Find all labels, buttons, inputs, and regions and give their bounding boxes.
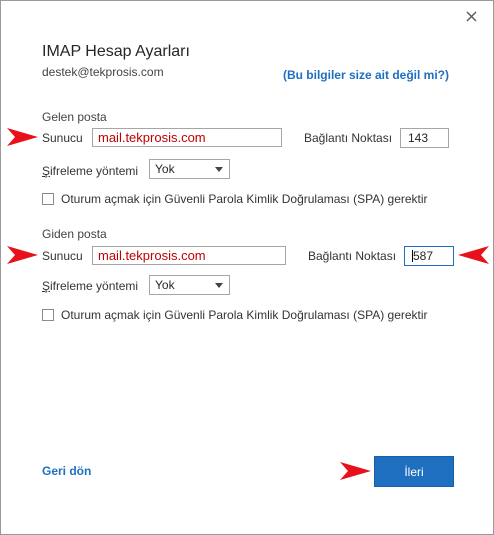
close-button[interactable] (462, 7, 480, 25)
outgoing-spa-row[interactable]: Oturum açmak için Güvenli Parola Kimlik … (42, 308, 428, 322)
dialog-title: IMAP Hesap Ayarları (42, 43, 190, 60)
next-button[interactable]: İleri (374, 456, 454, 487)
outgoing-encryption-label-text: ifreleme yöntemi (50, 279, 139, 293)
outgoing-port-value: 587 (413, 249, 434, 263)
incoming-server-input[interactable]: mail.tekprosis.com (92, 128, 282, 147)
outgoing-spa-checkbox[interactable] (42, 309, 54, 321)
incoming-port-input[interactable]: 143 (400, 128, 449, 148)
red-arrow-icon (458, 246, 489, 264)
outgoing-encryption-select[interactable]: Yok (149, 275, 230, 295)
outgoing-encryption-accesskey: Ş (42, 279, 51, 293)
outgoing-encryption-value: Yok (155, 278, 175, 292)
outgoing-spa-label: Oturum açmak için Güvenli Parola Kimlik … (61, 308, 428, 322)
not-me-link[interactable]: (Bu bilgiler size ait değil mi?) (283, 68, 449, 82)
outgoing-encryption-label: Şifreleme yöntemi (42, 279, 138, 293)
account-email: destek@tekprosis.com (42, 65, 164, 79)
outgoing-section-label: Giden posta (42, 227, 107, 241)
incoming-encryption-label-text: ifreleme yöntemi (50, 164, 139, 178)
incoming-port-label: Bağlantı Noktası (304, 131, 393, 145)
incoming-spa-row[interactable]: Oturum açmak için Güvenli Parola Kimlik … (42, 192, 428, 206)
back-link[interactable]: Geri dön (42, 464, 91, 478)
red-arrow-icon (7, 128, 38, 146)
incoming-encryption-value: Yok (155, 162, 175, 176)
imap-settings-dialog: IMAP Hesap Ayarları destek@tekprosis.com… (0, 0, 494, 535)
red-arrow-icon (340, 462, 371, 480)
red-arrow-icon (7, 246, 38, 264)
chevron-down-icon (215, 283, 223, 288)
incoming-encryption-accesskey: Ş (42, 164, 51, 178)
incoming-section-label: Gelen posta (42, 110, 107, 124)
outgoing-server-input[interactable]: mail.tekprosis.com (92, 246, 286, 265)
incoming-encryption-label: Şifreleme yöntemi (42, 164, 138, 178)
incoming-spa-checkbox[interactable] (42, 193, 54, 205)
incoming-spa-label: Oturum açmak için Güvenli Parola Kimlik … (61, 192, 428, 206)
incoming-encryption-select[interactable]: Yok (149, 159, 230, 179)
chevron-down-icon (215, 167, 223, 172)
incoming-server-label: Sunucu (42, 131, 83, 145)
close-icon[interactable] (466, 11, 477, 22)
outgoing-port-input[interactable]: 587 (404, 246, 454, 266)
outgoing-server-label: Sunucu (42, 249, 83, 263)
outgoing-port-label: Bağlantı Noktası (308, 249, 397, 263)
